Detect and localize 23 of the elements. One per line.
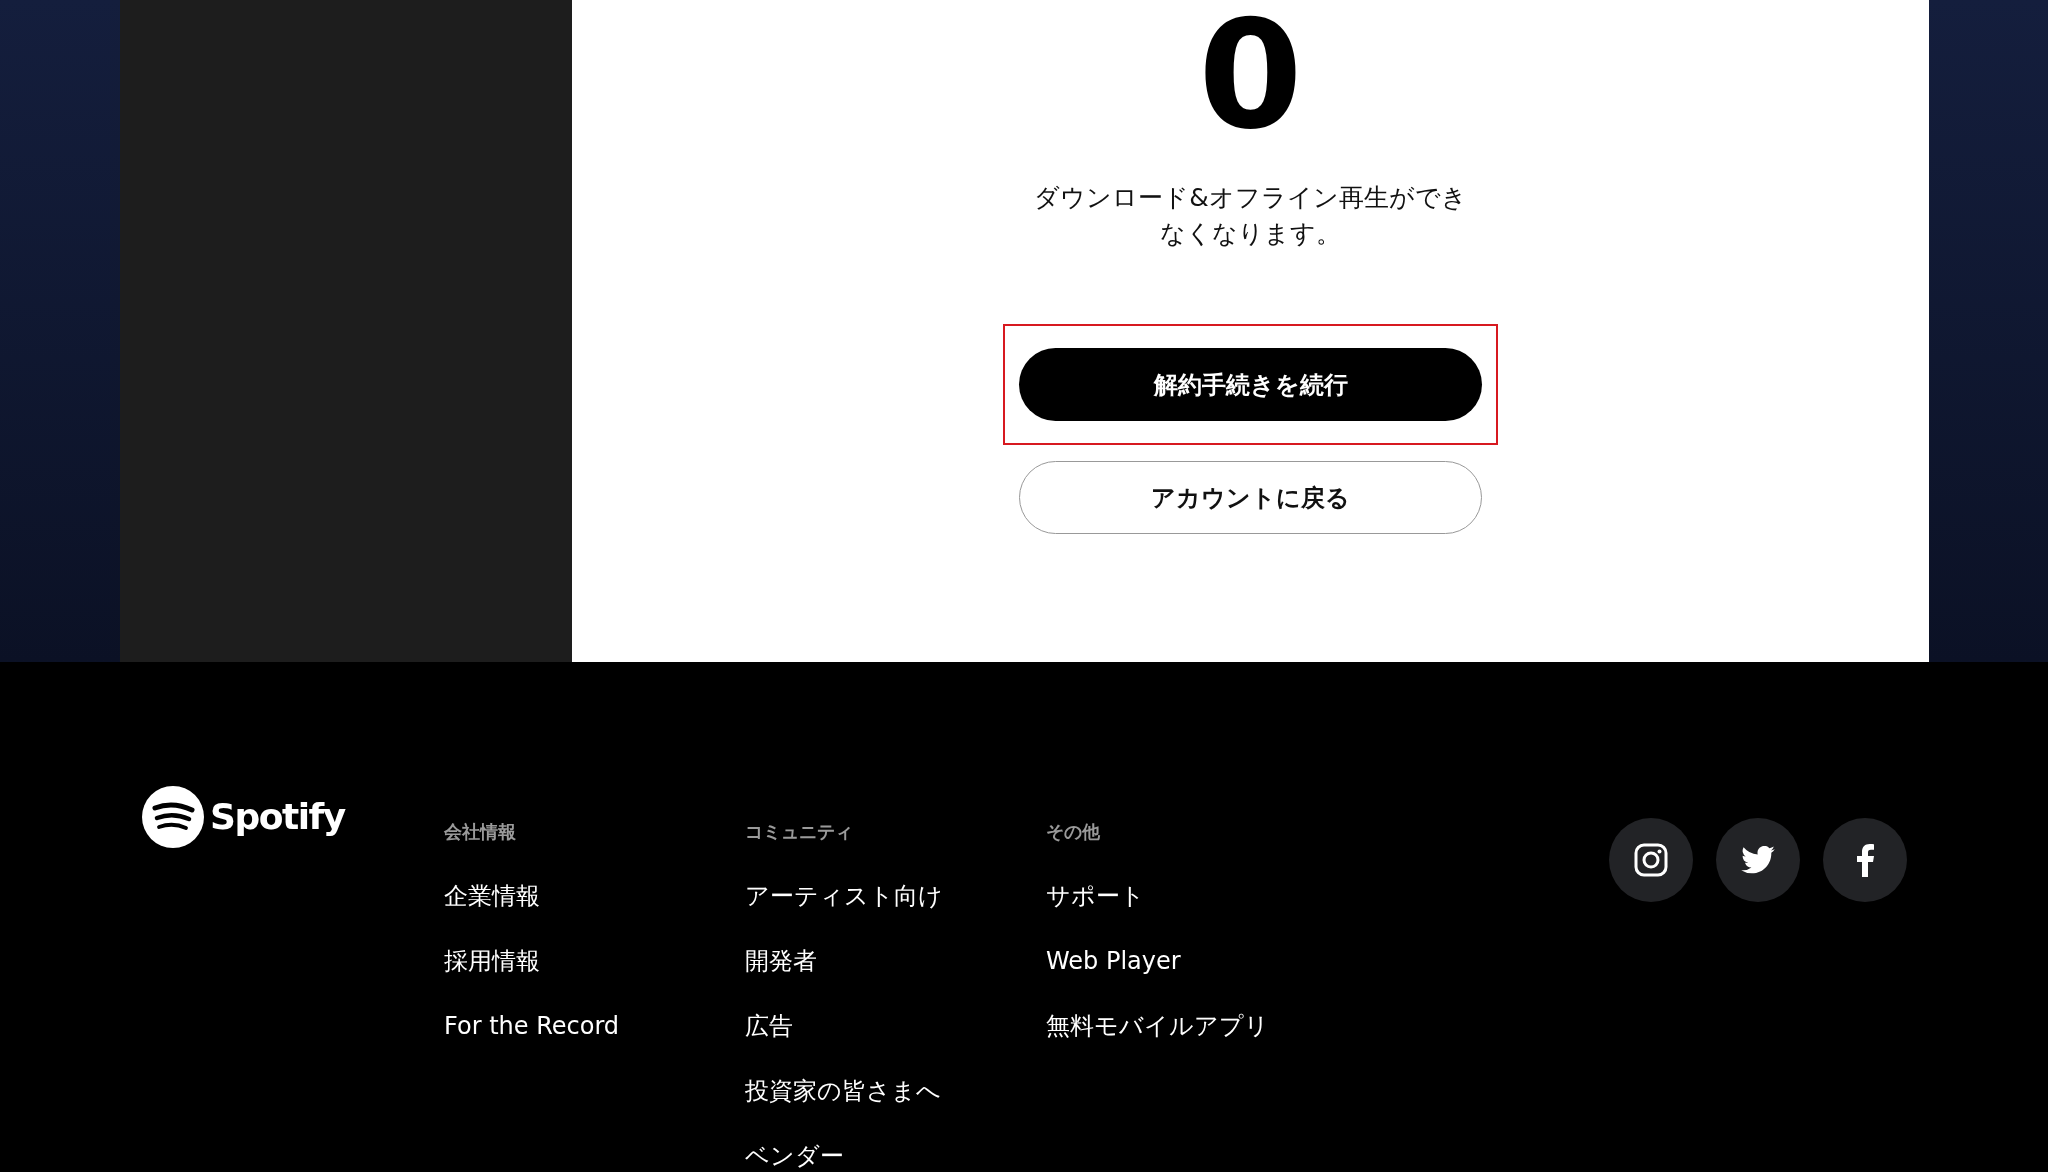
continue-button[interactable]: 解約手続きを続行 <box>1019 348 1482 421</box>
footer-link[interactable]: 開発者 <box>745 946 1046 976</box>
facebook-icon <box>1856 843 1874 877</box>
column-heading: コミュニティ <box>745 820 854 844</box>
footer-link[interactable]: アーティスト向け <box>745 881 1046 911</box>
back-button[interactable]: アカウントに戻る <box>1019 461 1482 534</box>
footer-link[interactable]: 企業情報 <box>444 881 745 911</box>
footer-link[interactable]: 投資家の皆さまへ <box>745 1076 1046 1106</box>
footer-link[interactable]: サポート <box>1046 881 1347 911</box>
footer-link[interactable]: For the Record <box>444 1011 745 1041</box>
footer-link[interactable]: Web Player <box>1046 946 1347 976</box>
brand-name[interactable]: Spotify <box>210 786 345 848</box>
footer-link[interactable]: ベンダー <box>745 1141 1046 1171</box>
message-text: ダウンロード&オフライン再生ができなくなります。 <box>1033 182 1468 250</box>
footer-link[interactable]: 採用情報 <box>444 946 745 976</box>
instagram-icon <box>1634 843 1668 877</box>
footer-link[interactable]: 広告 <box>745 1011 1046 1041</box>
column-heading: その他 <box>1046 820 1101 844</box>
column-heading: 会社情報 <box>444 820 517 844</box>
footer-link[interactable]: 無料モバイルアプリ <box>1046 1011 1347 1041</box>
bird-icon <box>1741 846 1775 874</box>
big-number: 0 <box>1198 0 1303 150</box>
logo-icon <box>142 786 204 848</box>
